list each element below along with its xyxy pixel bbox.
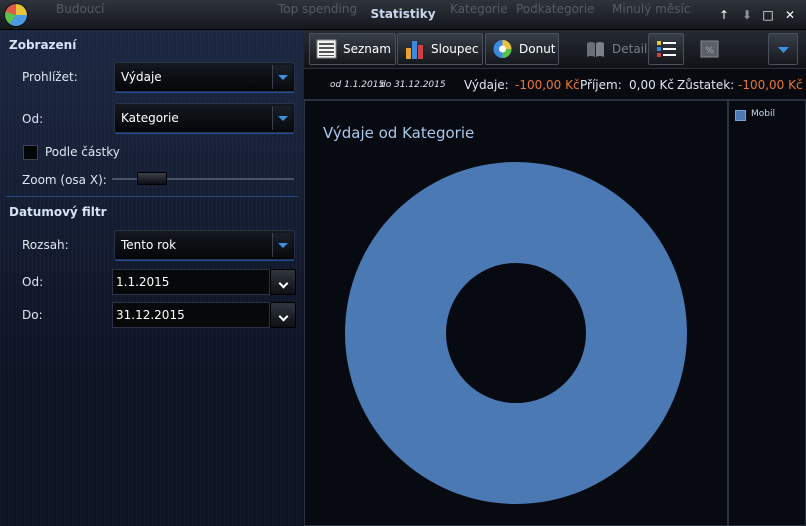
date-filter-title: Datumový filtr [9,205,107,219]
donut-view-label: Donut [519,42,556,56]
browse-label: Prohlížet: [22,70,78,84]
chevron-down-icon[interactable] [272,106,292,130]
legend-item-mobil: Mobil [751,109,775,119]
range-to-text: do 31.12.2015 [380,80,446,90]
donut-chart-icon [493,40,512,58]
browse-select-value: Výdaje [121,70,162,84]
range-from-text: od 1.1.2015 [330,80,385,90]
range-select-value: Tento rok [121,238,177,252]
list-view-label: Seznam [343,42,391,56]
title-bar: Budoucí Top spending Kategorie Podkatego… [0,0,806,30]
zoom-label: Zoom (osa X): [22,173,107,187]
chart-legend: Mobil [728,100,806,526]
from-select[interactable]: Kategorie [114,103,295,133]
range-select[interactable]: Tento rok [114,230,295,260]
filter-sidebar: Zobrazení Prohlížet: Výdaje Od: Kategori… [0,30,304,526]
balance-label: Zůstatek: [677,78,735,92]
date-to-picker-button[interactable] [270,302,296,328]
summary-bar: od 1.1.2015 do 31.12.2015 Výdaje: -100,0… [304,68,806,100]
date-from-field[interactable]: 1.1.2015 [112,269,270,295]
chevron-down-icon[interactable] [272,65,292,89]
column-view-label: Sloupec [431,42,479,56]
by-amount-checkbox[interactable] [23,145,38,160]
expense-label: Výdaje: [464,78,509,92]
income-value: 0,00 Kč [629,78,674,92]
percent-icon: % [700,40,719,58]
book-icon [587,42,604,57]
more-options-button[interactable] [768,33,798,65]
list-icon [316,39,337,59]
date-to-field[interactable]: 31.12.2015 [112,302,270,328]
window-title: Statistiky [370,7,436,21]
chart-toolbar: Seznam Sloupec Donut Detail % [304,30,806,68]
range-label: Rozsah: [22,238,69,252]
svg-text:%: % [705,46,714,56]
list-view-button[interactable]: Seznam [309,33,396,65]
balance-value: -100,00 Kč [738,78,803,92]
from-label: Od: [22,112,44,126]
donut-slice-mobil[interactable] [345,162,687,504]
chart-panel: Výdaje od Kategorie [304,100,728,526]
by-amount-label[interactable]: Podle částky [45,145,120,159]
move-up-icon[interactable]: ↑ [716,7,732,23]
from-select-value: Kategorie [121,111,179,125]
expense-value: -100,00 Kč [515,78,580,92]
column-view-button[interactable]: Sloupec [397,33,483,65]
bar-chart-icon [406,41,423,59]
move-down-icon[interactable]: ⬇ [739,7,755,23]
section-divider [6,196,298,197]
view-section-title: Zobrazení [9,38,77,52]
income-label: Příjem: [580,78,622,92]
donut-view-button[interactable]: Donut [485,33,559,65]
donut-chart [345,162,687,504]
chevron-down-icon [778,47,789,53]
percent-button[interactable]: % [694,33,724,65]
maximize-button[interactable]: □ [760,7,776,23]
date-to-label: Do: [22,308,43,322]
close-button[interactable]: ✕ [782,7,798,23]
zoom-slider-thumb[interactable] [137,172,168,185]
legend-list-icon [657,41,676,57]
detail-label: Detail [612,42,648,56]
date-from-label: Od: [22,275,44,289]
chevron-down-icon[interactable] [272,233,292,257]
browse-select[interactable]: Výdaje [114,62,295,92]
legend-toggle-button[interactable] [648,33,684,65]
legend-swatch [735,110,746,121]
detail-button[interactable]: Detail [578,33,647,65]
date-from-picker-button[interactable] [270,269,296,295]
